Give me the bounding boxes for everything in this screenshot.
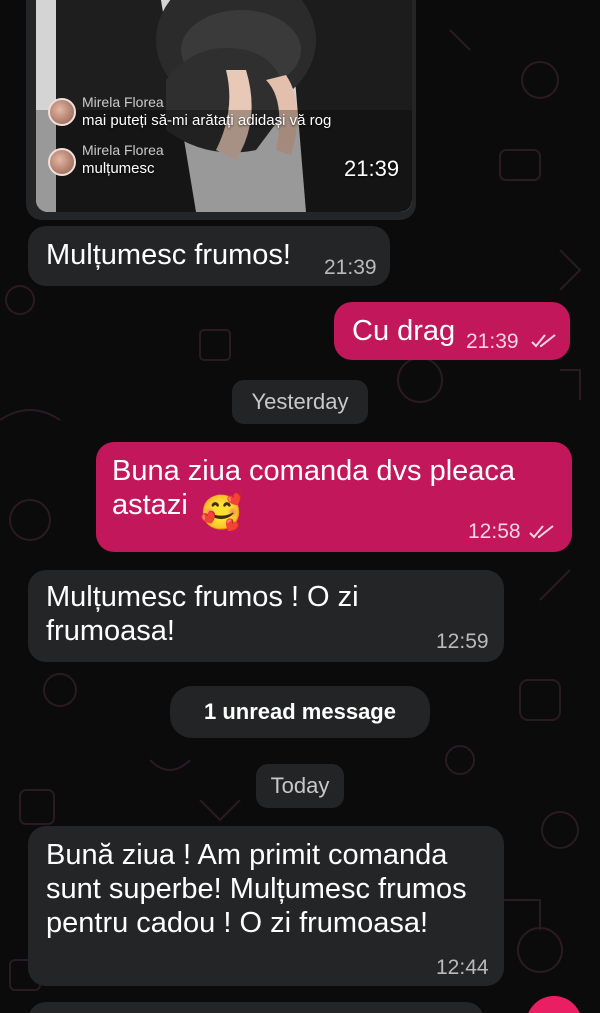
message-text: Mulțumesc frumos! [46,239,291,271]
message-text: Mulțumesc frumos ! O zi frumoasa! [46,581,359,647]
commenter-name: Mirela Florea [82,142,164,158]
message-text: Bună ziua ! Am primit comanda sunt super… [46,839,467,939]
outgoing-message[interactable]: Cu drag 21:39 [334,302,570,360]
commenter-avatar [48,98,76,126]
date-separator-today: Today [256,764,344,808]
date-separator-yesterday: Yesterday [232,380,368,424]
outgoing-message[interactable]: Buna ziua comanda dvs pleaca astazi 🥰 12… [96,442,572,552]
message-time: 21:39 [324,256,377,279]
smiling-face-hearts-emoji: 🥰 [200,494,243,532]
message-text: Cu drag [352,315,456,347]
message-time: 21:39 [344,156,400,181]
read-receipt-icon [531,334,556,348]
incoming-message[interactable]: Bună ziua ! Am primit comanda sunt super… [28,826,504,986]
message-text: Buna ziua comanda dvs pleaca astazi [112,455,516,521]
commenter-avatar [48,148,76,176]
unread-messages-separator: 1 unread message [170,686,430,738]
message-time: 12:58 [468,520,521,543]
message-time: 21:39 [466,330,519,353]
message-time: 12:59 [436,630,489,653]
comment-text: mai puteți să-mi arătați adidași vă rog [82,112,332,129]
incoming-message[interactable] [28,1002,484,1013]
comment-text: mulțumesc [82,160,155,177]
incoming-message[interactable]: Mulțumesc frumos ! O zi frumoasa! 12:59 [28,570,504,662]
read-receipt-icon [529,525,554,539]
incoming-message[interactable]: Mulțumesc frumos! 21:39 [28,226,390,286]
message-time: 12:44 [436,956,489,979]
commenter-name: Mirela Florea [82,94,164,110]
video-thumbnail[interactable]: Mirela Florea mai puteți să-mi arătați a… [36,0,412,212]
